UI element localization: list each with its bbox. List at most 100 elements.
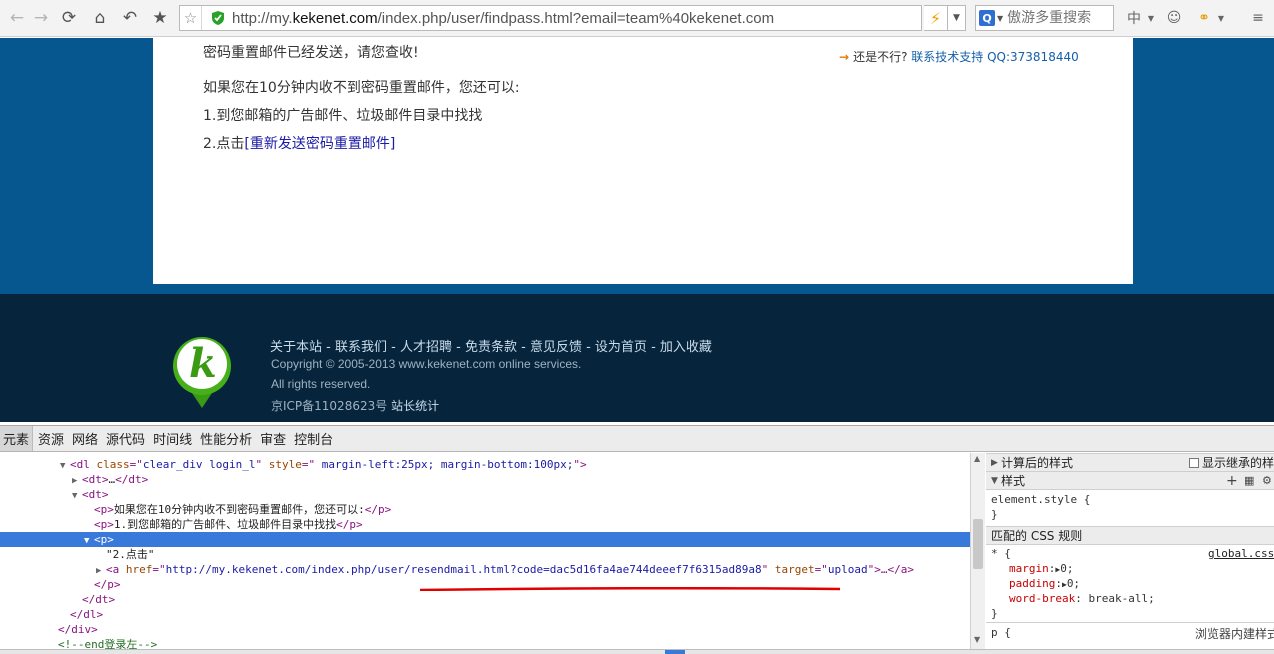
dom-line-dl[interactable]: ▼ <dl class="clear_div login_l" style=" m…	[0, 457, 970, 472]
address-bar[interactable]: ☆ http://my.kekenet.com/index.php/user/f…	[179, 5, 922, 31]
anchor-target-value: upload	[827, 563, 868, 576]
dom-line-comment[interactable]: <!--end登录左-->	[0, 637, 970, 649]
url-domain: kekenet.com	[292, 9, 378, 27]
devtools-tabbar: 元素 资源 网络 源代码 时间线 性能分析 审查 控制台	[0, 425, 1274, 452]
search-box[interactable]: Q ▼	[975, 5, 1114, 31]
footer-link-contact[interactable]: 联系我们	[335, 340, 387, 355]
css-prop-word-break[interactable]: word-break: break-all;	[1009, 592, 1155, 605]
key-icon[interactable]: ⚭	[1193, 5, 1215, 31]
footer-link-jobs[interactable]: 人才招聘	[400, 340, 452, 355]
dom-line-p3-selected[interactable]: ▼ <p>	[0, 532, 970, 547]
prop-value: break-all;	[1088, 592, 1155, 605]
speed-mode-lightning-icon[interactable]: ⚡	[924, 5, 948, 31]
ime-dropdown-icon[interactable]: ▼	[1145, 5, 1157, 31]
dom-line-div-close[interactable]: </div>	[0, 622, 970, 637]
address-dropdown-icon[interactable]: ▼	[948, 5, 966, 31]
dom-line-anchor[interactable]: ▶ <a href="http://my.kekenet.com/index.ph…	[0, 562, 970, 577]
content-panel: 密码重置邮件已经发送，请您查收! 如果您在10分钟内收不到密码重置邮件，您还可以…	[153, 38, 1133, 284]
security-shield-icon	[210, 10, 226, 26]
rights-text: All rights reserved.	[271, 377, 371, 391]
dom-line-text-node[interactable]: "2.点击"	[0, 547, 970, 562]
styles-label: 样式	[1001, 474, 1026, 488]
browser-toolbar: ← → ⟳ ⌂ ↶ ★ ☆ http://my.kekenet.com/inde…	[0, 0, 1274, 37]
contact-support-link[interactable]: 联系技术支持 QQ:373818440	[911, 50, 1078, 64]
styles-sidebar: ▶ 计算后的样式 显示继承的样 ▼ 样式 + ▦ ⚙ element.style {…	[986, 453, 1274, 649]
universal-selector[interactable]: * {	[991, 547, 1011, 560]
dom-tree-scrollbar[interactable]: ▲ ▼	[970, 453, 985, 649]
tab-network[interactable]: 网络	[69, 426, 101, 451]
prop-name: word-break	[1009, 592, 1076, 605]
element-state-icon[interactable]: ▦	[1244, 474, 1254, 487]
footer-link-homepage[interactable]: 设为首页	[595, 340, 647, 355]
css-prop-margin[interactable]: margin:▶0;	[1009, 562, 1073, 575]
prop-value: 0;	[1066, 577, 1081, 590]
anchor-href-value: http://my.kekenet.com/index.php/user/res…	[165, 563, 762, 576]
builtin-style-label: 浏览器内建样式	[1195, 627, 1274, 641]
footer-link-disclaimer[interactable]: 免责条款	[465, 340, 517, 355]
p-selector[interactable]: p {	[991, 626, 1011, 639]
element-style-rule[interactable]: element.style {	[991, 493, 1090, 506]
tab-sources[interactable]: 源代码	[103, 426, 148, 451]
tab-elements[interactable]: 元素	[0, 426, 34, 451]
dom-line-dl-close[interactable]: </dl>	[0, 607, 970, 622]
expand-triangle-icon: ▼	[991, 475, 998, 486]
footer-link-favorite[interactable]: 加入收藏	[660, 340, 712, 355]
search-input[interactable]	[1007, 10, 1108, 26]
scroll-down-icon[interactable]: ▼	[974, 635, 980, 644]
show-inherited-label: 显示继承的样	[1202, 456, 1274, 470]
show-inherited-checkbox[interactable]	[1189, 457, 1199, 468]
tab-resources[interactable]: 资源	[35, 426, 67, 451]
menu-icon[interactable]: ≡	[1247, 5, 1269, 31]
ime-toggle-icon[interactable]: 中	[1124, 5, 1144, 31]
tab-console[interactable]: 控制台	[291, 426, 336, 451]
matched-rules-header[interactable]: 匹配的 CSS 规则	[986, 526, 1274, 545]
stats-link[interactable]: 站长统计	[391, 399, 439, 413]
not-received-text: 如果您在10分钟内收不到密码重置邮件，您还可以:	[203, 80, 520, 96]
user-account-icon[interactable]: ☺	[1163, 5, 1185, 31]
dl-class-value: clear_div login_l	[142, 458, 256, 471]
engine-dropdown-icon[interactable]: ▼	[997, 14, 1003, 23]
home-icon[interactable]: ⌂	[87, 5, 113, 31]
computed-style-label: 计算后的样式	[1001, 456, 1074, 470]
help-prefix: 还是不行?	[853, 50, 908, 64]
undo-close-icon[interactable]: ↶	[117, 5, 143, 31]
tab-timeline[interactable]: 时间线	[150, 426, 195, 451]
arrow-right-icon: →	[839, 50, 850, 64]
computed-style-header[interactable]: ▶ 计算后的样式 显示继承的样	[986, 453, 1274, 472]
add-rule-icon[interactable]: +	[1226, 473, 1238, 489]
scroll-up-icon[interactable]: ▲	[974, 454, 980, 463]
kekenet-logo-icon[interactable]: k	[172, 334, 232, 410]
dom-line-p2[interactable]: <p>1.到您邮箱的广告邮件、垃圾邮件目录中找找</p>	[0, 517, 970, 532]
reload-icon[interactable]: ⟳	[56, 5, 82, 31]
devtools-status-bar	[0, 649, 1274, 654]
tab-profiles[interactable]: 性能分析	[197, 426, 255, 451]
resend-email-link[interactable]: [重新发送密码重置邮件]	[244, 136, 395, 152]
step-2-prefix: 2.点击	[203, 136, 245, 152]
favorites-star-icon[interactable]: ★	[147, 5, 173, 31]
status-indicator	[665, 650, 685, 654]
dom-line-dt-collapsed[interactable]: ▶ <dt>…</dt>	[0, 472, 970, 487]
bookmark-star-icon[interactable]: ☆	[180, 6, 202, 30]
dom-line-dt-close[interactable]: </dt>	[0, 592, 970, 607]
element-style-close: }	[991, 508, 998, 521]
footer-link-about[interactable]: 关于本站	[270, 340, 322, 355]
settings-gear-icon[interactable]: ⚙	[1262, 474, 1272, 487]
p2-text: 1.到您邮箱的广告邮件、垃圾邮件目录中找找	[113, 518, 337, 531]
scrollbar-thumb[interactable]	[973, 519, 983, 569]
back-arrow-icon[interactable]: ←	[4, 5, 30, 31]
rule-source-link[interactable]: global.css	[1208, 547, 1274, 560]
rule-close: }	[991, 607, 998, 620]
css-prop-padding[interactable]: padding:▶0;	[1009, 577, 1080, 590]
footer-link-feedback[interactable]: 意见反馈	[530, 340, 582, 355]
tab-audits[interactable]: 审查	[257, 426, 289, 451]
url-path: /index.php/user/findpass.html?email=team…	[377, 9, 775, 27]
icp-line: 京ICP备11028623号 站长统计	[271, 397, 439, 414]
styles-header[interactable]: ▼ 样式 + ▦ ⚙	[986, 471, 1274, 490]
show-inherited-control[interactable]: 显示继承的样	[1189, 454, 1274, 471]
search-engine-icon[interactable]: Q	[979, 10, 995, 26]
key-dropdown-icon[interactable]: ▼	[1215, 5, 1227, 31]
dom-line-p1[interactable]: <p>如果您在10分钟内收不到密码重置邮件，您还可以:</p>	[0, 502, 970, 517]
sent-message: 密码重置邮件已经发送，请您查收!	[203, 45, 419, 61]
forward-arrow-icon[interactable]: →	[28, 5, 54, 31]
dom-line-dt[interactable]: ▼ <dt>	[0, 487, 970, 502]
